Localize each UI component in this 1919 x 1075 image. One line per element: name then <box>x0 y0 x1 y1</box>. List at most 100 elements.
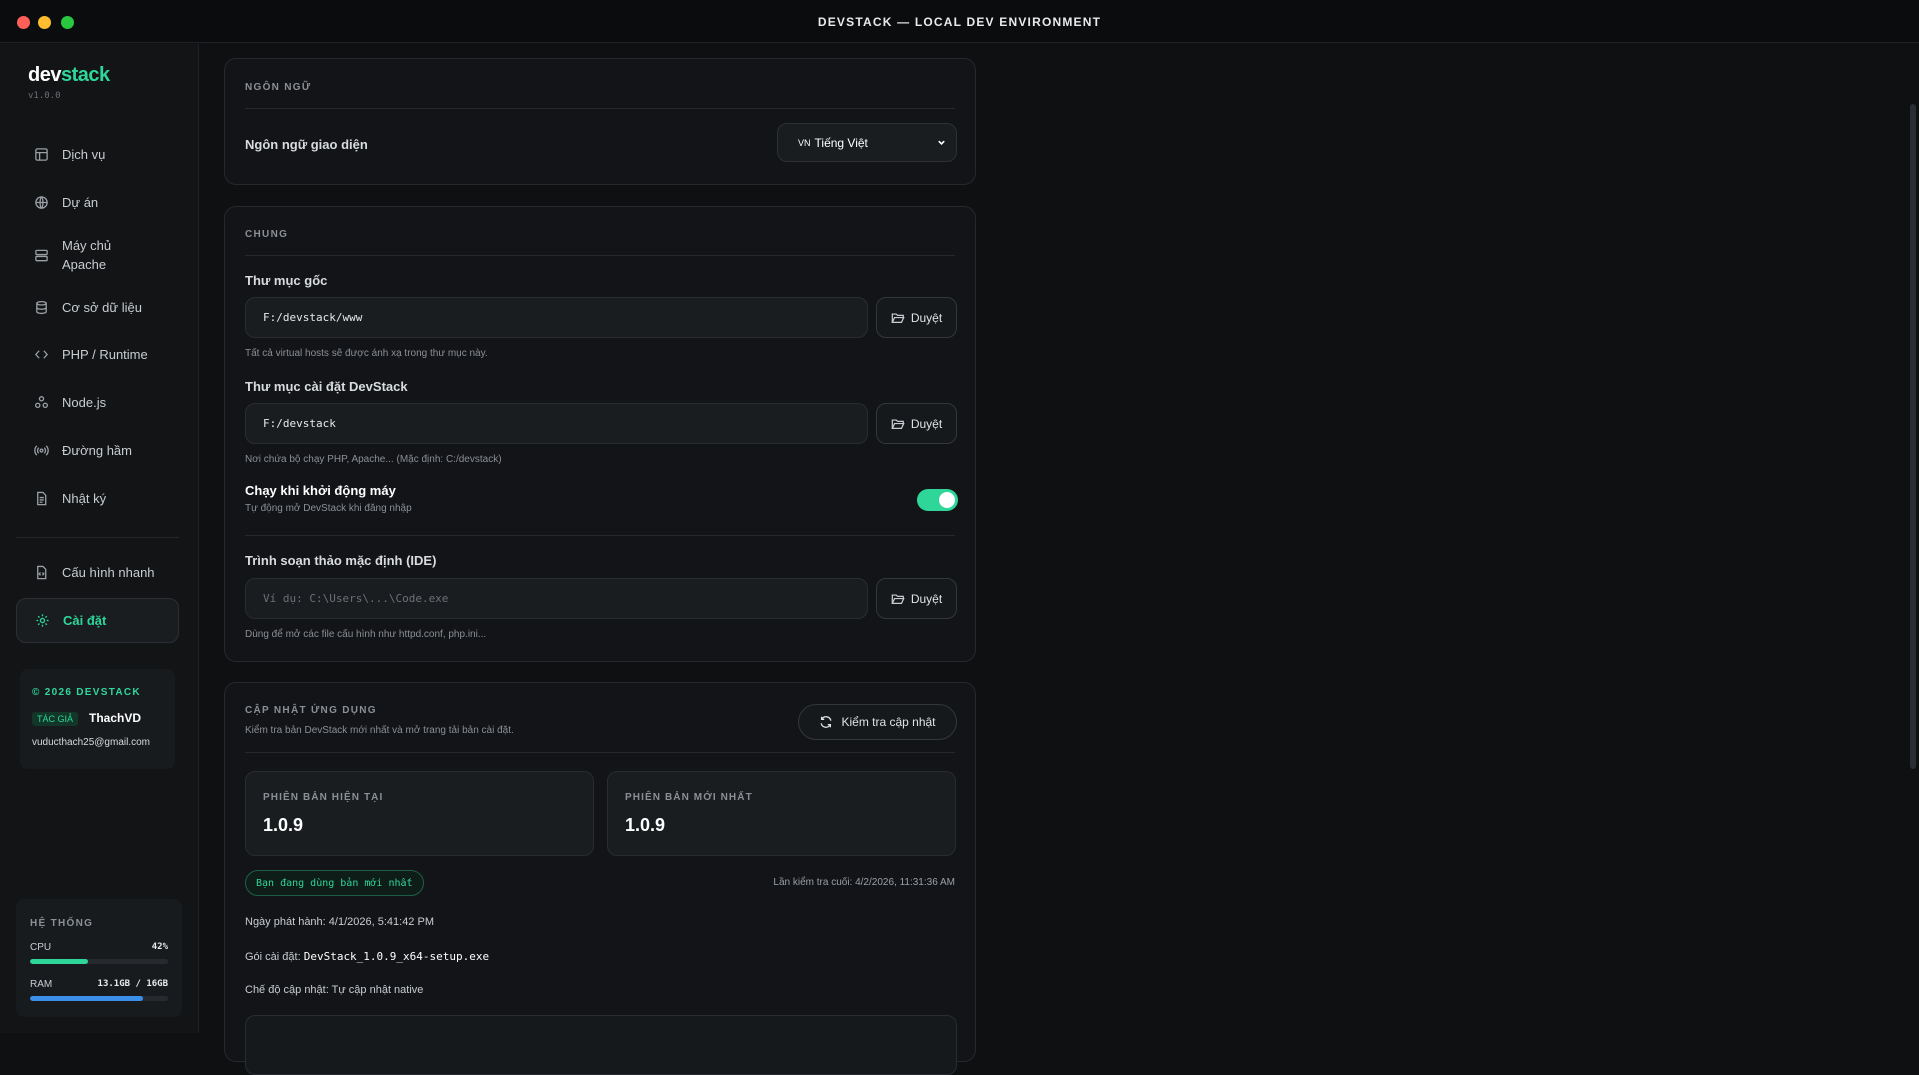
language-card: NGÔN NGỮ Ngôn ngữ giao diện VN Tiếng Việ… <box>224 58 976 185</box>
globe-icon <box>32 193 50 211</box>
folder-open-icon <box>891 312 905 323</box>
sidebar-item-label: Dịch vụ <box>62 146 106 162</box>
sidebar-item-settings[interactable]: Cài đặt <box>16 598 179 643</box>
section-divider <box>245 535 955 536</box>
sidebar-item-label: Máy chủ Apache <box>62 238 112 272</box>
app-logo: devstack <box>28 64 110 86</box>
title-bar: DEVSTACK — LOCAL DEV ENVIRONMENT <box>0 0 1919 43</box>
sidebar-item-label: Cơ sở dữ liệu <box>62 299 142 315</box>
section-divider <box>245 255 955 256</box>
sidebar-item-quick-config[interactable]: Cấu hình nhanh <box>16 554 179 590</box>
sidebar-item-tunnels[interactable]: Đường hầm <box>16 432 179 468</box>
sidebar-item-label: Cấu hình nhanh <box>62 564 155 580</box>
ide-hint: Dùng để mở các file cấu hình như httpd.c… <box>245 629 487 640</box>
file-code-icon <box>32 563 50 581</box>
sidebar-item-label: Node.js <box>62 394 107 410</box>
main-scrollbar[interactable] <box>1907 44 1919 1033</box>
current-version-value: 1.0.9 <box>263 815 304 835</box>
latest-version-box: PHIÊN BẢN MỚI NHẤT 1.0.9 <box>607 771 956 856</box>
nodes-icon <box>32 393 50 411</box>
update-subtitle: Kiểm tra bản DevStack mới nhất và mở tra… <box>245 725 514 736</box>
root-folder-browse-button[interactable]: Duyệt <box>876 297 957 338</box>
latest-version-value: 1.0.9 <box>625 815 666 835</box>
server-icon <box>32 246 50 264</box>
sidebar-item-label: Đường hầm <box>62 442 132 458</box>
ide-browse-button[interactable]: Duyệt <box>876 578 957 619</box>
cpu-label: CPU <box>30 942 52 953</box>
cpu-bar-fill <box>30 959 88 964</box>
check-update-label: Kiểm tra cập nhật <box>841 715 936 729</box>
sidebar: devstack v1.0.0 Dịch vụ Dự án Máy chủ Ap… <box>0 44 199 1033</box>
window-title: DEVSTACK — LOCAL DEV ENVIRONMENT <box>817 15 1102 29</box>
database-icon <box>32 298 50 316</box>
settings-page: NGÔN NGỮ Ngôn ngữ giao diện VN Tiếng Việ… <box>200 44 1919 1075</box>
startup-hint: Tự động mở DevStack khi đăng nhập <box>245 503 412 514</box>
folder-open-icon <box>891 418 905 429</box>
cpu-bar <box>30 959 168 964</box>
sidebar-item-label: Cài đặt <box>63 613 107 628</box>
check-update-button[interactable]: Kiểm tra cập nhật <box>798 704 957 740</box>
browse-label: Duyệt <box>910 416 943 431</box>
current-version-label: PHIÊN BẢN HIỆN TẠI <box>263 792 384 803</box>
package-name: Gói cài đặt: DevStack_1.0.9_x64-setup.ex… <box>245 950 490 963</box>
update-section-title: CẬP NHẬT ỨNG DỤNG <box>245 705 377 716</box>
general-section-title: CHUNG <box>245 229 289 240</box>
install-folder-input[interactable]: F:/devstack <box>245 403 868 444</box>
ram-bar <box>30 996 168 1001</box>
refresh-icon <box>821 716 832 728</box>
sidebar-item-nodejs[interactable]: Node.js <box>16 384 179 420</box>
app-version: v1.0.0 <box>28 91 61 101</box>
system-title: HỆ THỐNG <box>30 918 94 929</box>
language-label: Ngôn ngữ giao diện <box>245 137 368 152</box>
sidebar-item-database[interactable]: Cơ sở dữ liệu <box>16 289 179 325</box>
vn-flag-icon: VN <box>798 137 811 148</box>
folder-open-icon <box>891 593 905 604</box>
last-check-text: Lần kiểm tra cuối: 4/2/2026, 11:31:36 AM <box>773 877 955 888</box>
ide-label: Trình soạn thảo mặc định (IDE) <box>245 553 437 568</box>
sidebar-item-projects[interactable]: Dự án <box>16 184 179 220</box>
update-mode: Chế độ cập nhật: Tự cập nhật native <box>245 984 424 996</box>
section-divider <box>245 752 955 753</box>
ram-bar-fill <box>30 996 144 1001</box>
language-select[interactable]: VN Tiếng Việt <box>777 123 957 162</box>
install-folder-hint: Nơi chứa bộ chạy PHP, Apache... (Mặc địn… <box>245 454 502 465</box>
browse-label: Duyệt <box>910 310 943 325</box>
language-section-title: NGÔN NGỮ <box>245 82 312 93</box>
startup-toggle[interactable] <box>917 489 958 511</box>
root-folder-hint: Tất cả virtual hosts sẽ được ánh xạ tron… <box>245 348 488 359</box>
sidebar-item-label: Nhật ký <box>62 490 107 506</box>
sidebar-item-php-runtime[interactable]: PHP / Runtime <box>16 336 179 372</box>
sidebar-item-logs[interactable]: Nhật ký <box>16 480 179 516</box>
sidebar-item-label: Dự án <box>62 194 99 210</box>
language-selected: Tiếng Việt <box>814 135 868 150</box>
install-folder-label: Thư mục cài đặt DevStack <box>245 379 408 394</box>
ram-value: 13.1GB / 16GB <box>97 979 168 989</box>
ram-label: RAM <box>30 979 53 990</box>
author-email[interactable]: vuducthach25@gmail.com <box>32 737 150 748</box>
file-text-icon <box>32 489 50 507</box>
status-badge: Bạn đang dùng bản mới nhất <box>245 870 424 896</box>
cpu-value: 42% <box>151 942 168 952</box>
update-actions-panel <box>245 1015 957 1075</box>
radio-icon <box>32 441 50 459</box>
code-icon <box>32 345 50 363</box>
chevron-down-icon <box>938 140 945 145</box>
startup-label: Chạy khi khởi động máy <box>245 483 396 498</box>
update-card: CẬP NHẬT ỨNG DỤNG Kiểm tra bản DevStack … <box>224 682 976 1075</box>
browse-label: Duyệt <box>910 591 943 606</box>
scrollbar-thumb[interactable] <box>1910 104 1916 769</box>
sidebar-item-apache[interactable]: Máy chủ Apache <box>16 232 179 278</box>
section-divider <box>245 108 955 109</box>
sidebar-item-services[interactable]: Dịch vụ <box>16 136 179 172</box>
author-name: ThachVD <box>89 711 142 725</box>
ide-path-input[interactable]: Ví dụ: C:\Users\...\Code.exe <box>245 578 868 619</box>
current-version-box: PHIÊN BẢN HIỆN TẠI 1.0.9 <box>245 771 594 856</box>
root-folder-label: Thư mục gốc <box>245 273 328 288</box>
general-card: CHUNG Thư mục gốc F:/devstack/www Duyệt … <box>224 206 976 662</box>
latest-version-label: PHIÊN BẢN MỚI NHẤT <box>625 792 753 803</box>
sidebar-item-label: PHP / Runtime <box>62 346 148 362</box>
author-badge: TÁC GIẢ <box>32 712 79 726</box>
copyright-text: © 2026 DEVSTACK <box>32 687 141 698</box>
root-folder-input[interactable]: F:/devstack/www <box>245 297 868 338</box>
install-folder-browse-button[interactable]: Duyệt <box>876 403 957 444</box>
